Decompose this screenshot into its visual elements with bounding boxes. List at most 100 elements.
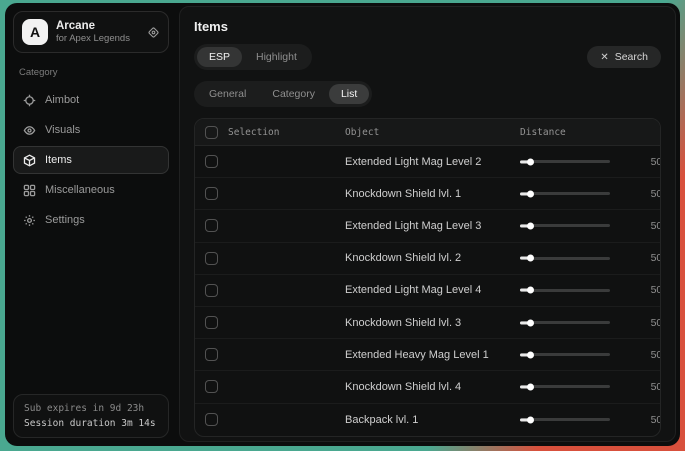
sidebar: A Arcane for Apex Legends Category Aimbo… [5, 3, 177, 446]
row-checkbox[interactable] [205, 155, 218, 168]
distance-value: 50m [625, 414, 661, 426]
page-title: Items [194, 19, 661, 34]
select-all-checkbox[interactable] [205, 126, 218, 139]
distance-slider[interactable] [520, 224, 610, 227]
distance-value: 50m [625, 381, 661, 393]
object-name: Knockdown Shield lvl. 1 [345, 188, 520, 200]
column-header-object: Object [345, 127, 520, 138]
box-icon [22, 153, 36, 167]
row-checkbox[interactable] [205, 413, 218, 426]
sidebar-item-items[interactable]: Items [13, 146, 169, 174]
slider-thumb[interactable] [527, 351, 534, 358]
tab-highlight[interactable]: Highlight [244, 47, 309, 67]
tab-list[interactable]: List [329, 84, 369, 104]
brand-card: A Arcane for Apex Legends [13, 11, 169, 53]
distance-value: 50m [625, 284, 661, 296]
session-duration-text: Session duration 3m 14s [24, 418, 158, 429]
object-name: Knockdown Shield lvl. 2 [345, 252, 520, 264]
table-row: Extended Light Mag Level 4 50m [195, 275, 660, 307]
pin-icon[interactable] [147, 26, 160, 39]
table-row: Backpack lvl. 1 50m [195, 404, 660, 436]
crosshair-icon [22, 93, 36, 107]
column-header-distance: Distance [520, 127, 625, 138]
sidebar-nav: Aimbot Visuals Items Miscellaneous [13, 86, 169, 234]
category-label: Category [19, 67, 163, 78]
x-icon: ✕ [600, 52, 608, 63]
brand-subtitle: for Apex Legends [56, 33, 139, 45]
sub-expiry-text: Sub expires in 9d 23h [24, 403, 158, 414]
tab-esp[interactable]: ESP [197, 47, 242, 67]
session-info-card: Sub expires in 9d 23h Session duration 3… [13, 394, 169, 438]
distance-slider[interactable] [520, 385, 610, 388]
distance-value: 50m [625, 220, 661, 232]
app-window: A Arcane for Apex Legends Category Aimbo… [5, 3, 680, 446]
distance-slider[interactable] [520, 321, 610, 324]
distance-slider[interactable] [520, 289, 610, 292]
row-checkbox[interactable] [205, 252, 218, 265]
table-row: Knockdown Shield lvl. 4 50m [195, 371, 660, 403]
slider-thumb[interactable] [527, 287, 534, 294]
sidebar-item-visuals[interactable]: Visuals [13, 116, 169, 144]
row-checkbox[interactable] [205, 316, 218, 329]
slider-thumb[interactable] [527, 416, 534, 423]
sidebar-item-label: Items [45, 154, 72, 166]
slider-thumb[interactable] [527, 158, 534, 165]
distance-value: 50m [625, 252, 661, 264]
slider-thumb[interactable] [527, 190, 534, 197]
tab-category[interactable]: Category [260, 84, 327, 104]
row-checkbox[interactable] [205, 219, 218, 232]
column-header-selection: Selection [228, 127, 279, 138]
object-name: Backpack lvl. 1 [345, 414, 520, 426]
distance-slider[interactable] [520, 418, 610, 421]
row-checkbox[interactable] [205, 380, 218, 393]
table-header-row: Selection Object Distance Color [195, 119, 660, 146]
search-button-label: Search [615, 51, 648, 63]
object-name: Extended Light Mag Level 4 [345, 284, 520, 296]
table-body: Extended Light Mag Level 2 50m Knockdown… [195, 146, 660, 436]
mode-tab-group: ESP Highlight [194, 44, 312, 70]
object-name: Knockdown Shield lvl. 4 [345, 381, 520, 393]
brand-title: Arcane [56, 19, 139, 33]
eye-icon [22, 123, 36, 137]
row-checkbox[interactable] [205, 348, 218, 361]
main-panel: Items ESP Highlight ✕ Search General Cat… [179, 6, 676, 442]
object-name: Extended Light Mag Level 3 [345, 220, 520, 232]
table-row: Extended Light Mag Level 2 50m [195, 146, 660, 178]
sidebar-item-label: Settings [45, 214, 85, 226]
distance-slider[interactable] [520, 192, 610, 195]
sidebar-item-label: Miscellaneous [45, 184, 115, 196]
object-name: Knockdown Shield lvl. 3 [345, 317, 520, 329]
table-row: Extended Heavy Mag Level 1 50m [195, 339, 660, 371]
row-checkbox[interactable] [205, 187, 218, 200]
table-row: Knockdown Shield lvl. 2 50m [195, 243, 660, 275]
row-checkbox[interactable] [205, 284, 218, 297]
distance-value: 50m [625, 317, 661, 329]
sidebar-item-label: Aimbot [45, 94, 79, 106]
search-button[interactable]: ✕ Search [587, 46, 661, 68]
slider-thumb[interactable] [527, 319, 534, 326]
gear-icon [22, 213, 36, 227]
table-row: Knockdown Shield lvl. 1 50m [195, 178, 660, 210]
grid-icon [22, 183, 36, 197]
view-tab-group: General Category List [194, 81, 372, 107]
distance-slider[interactable] [520, 160, 610, 163]
object-name: Extended Heavy Mag Level 1 [345, 349, 520, 361]
sidebar-item-label: Visuals [45, 124, 80, 136]
table-row: Knockdown Shield lvl. 3 50m [195, 307, 660, 339]
distance-value: 50m [625, 349, 661, 361]
tab-general[interactable]: General [197, 84, 258, 104]
object-name: Extended Light Mag Level 2 [345, 156, 520, 168]
slider-thumb[interactable] [527, 255, 534, 262]
distance-value: 50m [625, 156, 661, 168]
sidebar-item-settings[interactable]: Settings [13, 206, 169, 234]
app-logo: A [22, 19, 48, 45]
sidebar-item-miscellaneous[interactable]: Miscellaneous [13, 176, 169, 204]
distance-slider[interactable] [520, 257, 610, 260]
distance-value: 50m [625, 188, 661, 200]
distance-slider[interactable] [520, 353, 610, 356]
items-table: Selection Object Distance Color Extended… [194, 118, 661, 437]
slider-thumb[interactable] [527, 222, 534, 229]
sidebar-item-aimbot[interactable]: Aimbot [13, 86, 169, 114]
slider-thumb[interactable] [527, 383, 534, 390]
table-row: Extended Light Mag Level 3 50m [195, 210, 660, 242]
